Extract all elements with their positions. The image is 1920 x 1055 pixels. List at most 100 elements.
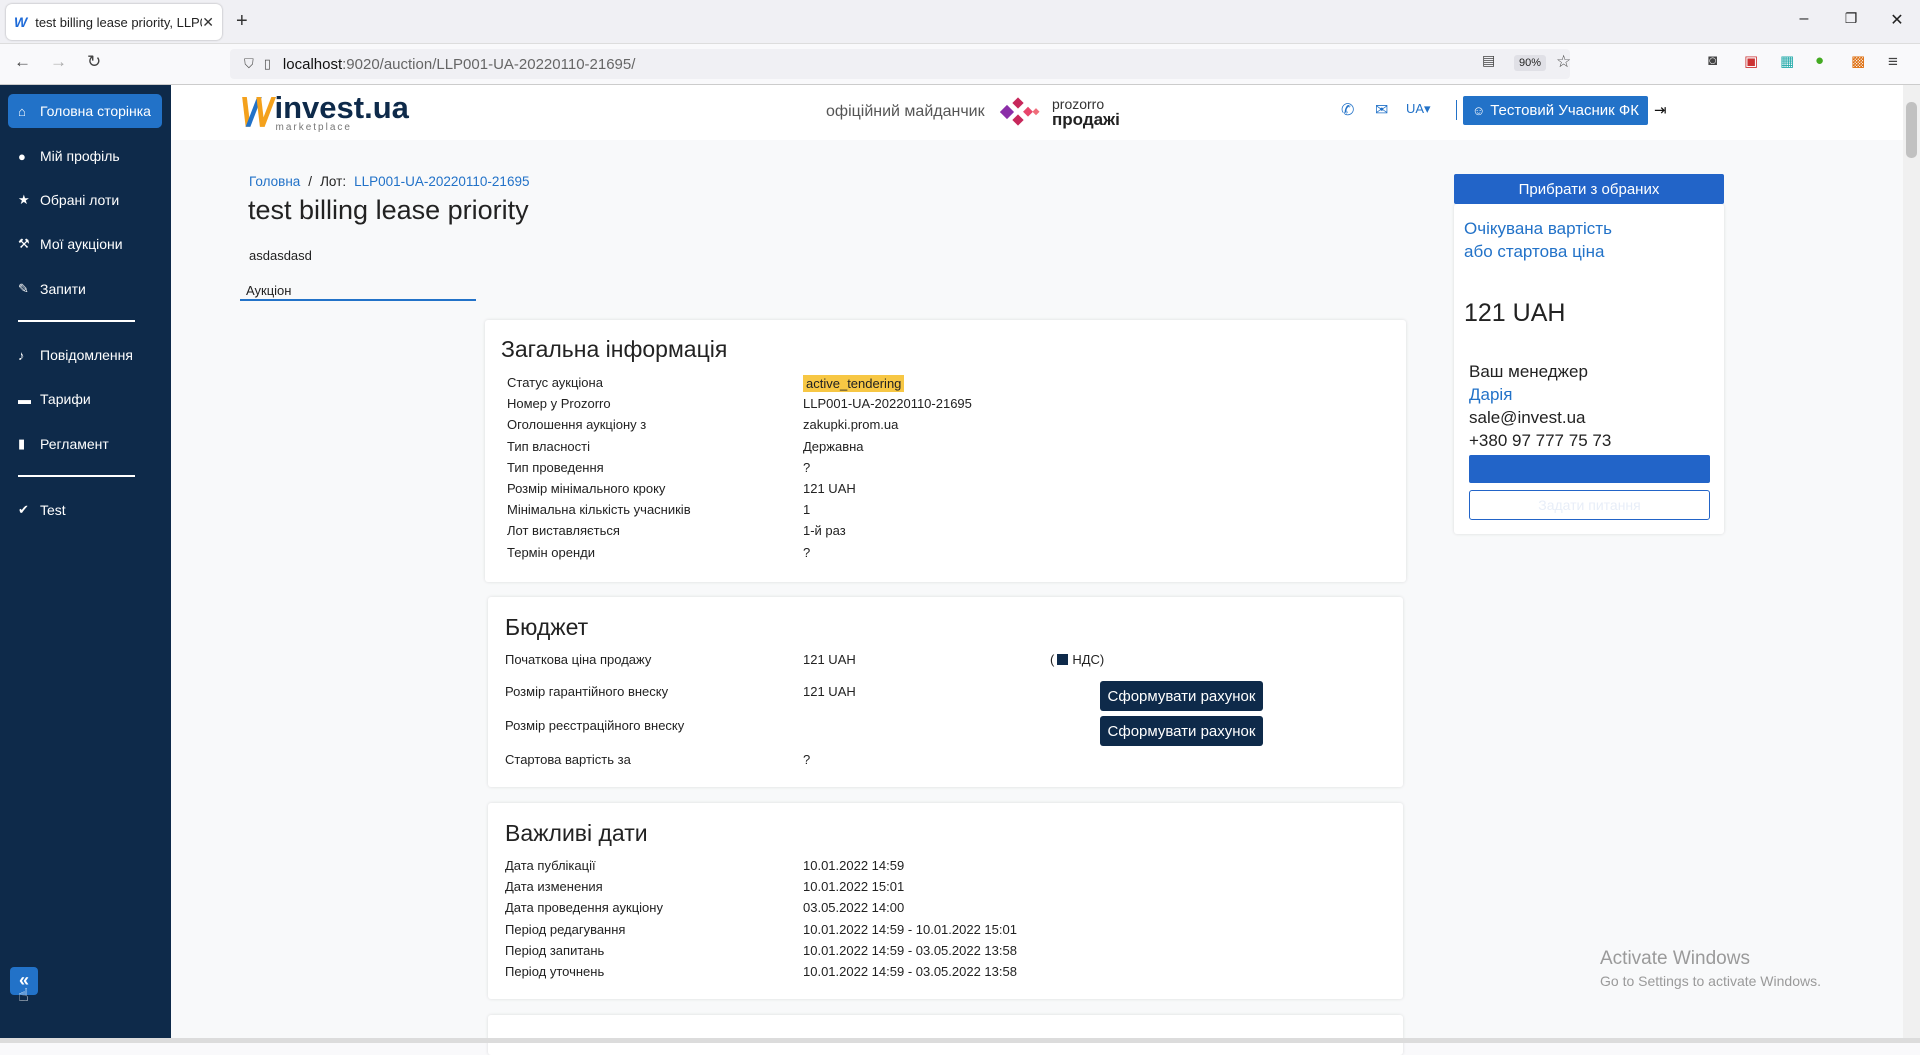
url-bar[interactable]: ⛉ ▯ localhost:9020/auction/LLP001-UA-202… xyxy=(230,49,1570,79)
info-row-value: LLP001-UA-20220110-21695 xyxy=(803,396,972,412)
language-select[interactable]: UA▾ xyxy=(1406,101,1431,117)
close-window-icon[interactable]: ✕ xyxy=(1882,10,1912,30)
sidebar-item-label: Мій профіль xyxy=(40,148,120,164)
info-row-value: 10.01.2022 14:59 - 10.01.2022 15:01 xyxy=(803,921,1017,937)
vat-open: ( xyxy=(1050,652,1055,667)
logo-mark-icon: \/\/ xyxy=(240,91,273,135)
ask-question-button[interactable]: Задати питання xyxy=(1469,490,1710,520)
info-row-value: 10.01.2022 15:01 xyxy=(803,879,905,895)
breadcrumb-home-link[interactable]: Головна xyxy=(249,174,300,189)
sidebar-item-home[interactable]: ⌂ Головна сторінка xyxy=(8,94,162,128)
site-logo[interactable]: \/\/ invest.ua marketplace xyxy=(240,92,409,133)
vat-label: НДС) xyxy=(1072,652,1105,667)
info-row-label: Дата изменения xyxy=(505,879,603,895)
sidebar-item-profile[interactable]: ● Мій профіль xyxy=(8,139,162,173)
sidebar-item-regulations[interactable]: ▮ Регламент xyxy=(8,427,162,461)
mail-icon[interactable]: ✉ xyxy=(1375,100,1388,120)
official-platform-text: офіційний майданчик xyxy=(826,103,985,120)
sidebar-item-favorites[interactable]: ★ Обрані лоти xyxy=(8,183,162,217)
page-scrollbar[interactable] xyxy=(1903,85,1920,1043)
generate-invoice-button[interactable]: Сформувати рахунок xyxy=(1100,681,1263,711)
sidebar-item-label: Обрані лоти xyxy=(40,192,120,208)
tab-close-icon[interactable]: ✕ xyxy=(202,14,214,31)
orange-extension-icon[interactable]: ▩ xyxy=(1851,52,1865,70)
save-extension-icon[interactable]: ▦ xyxy=(1780,52,1794,70)
sidebar-divider xyxy=(18,320,135,322)
info-row-label: Термін оренди xyxy=(507,544,596,560)
restore-icon[interactable]: ❐ xyxy=(1836,10,1866,27)
reader-view-icon[interactable]: ▤ xyxy=(1482,52,1495,69)
page-icon: ▯ xyxy=(263,56,271,71)
info-row-label: Дата проведення аукціону xyxy=(505,900,663,916)
lot-description: asdasdasd xyxy=(249,248,312,263)
sidebar-item-auctions[interactable]: ⚒ Мої аукціони xyxy=(8,227,162,261)
sidebar-item-requests[interactable]: ✎ Запити xyxy=(8,272,162,306)
breadcrumb-separator: / xyxy=(308,174,313,189)
star-icon: ★ xyxy=(18,192,30,207)
back-icon[interactable]: ← xyxy=(14,52,31,72)
generate-invoice-button[interactable]: Сформувати рахунок xyxy=(1100,716,1263,746)
user-icon: ● xyxy=(18,148,26,164)
info-row-value: 03.05.2022 14:00 xyxy=(803,900,905,916)
extension-icon[interactable]: ▣ xyxy=(1744,52,1758,70)
expected-price-line1: Очікувана вартість xyxy=(1464,219,1612,238)
sidebar-item-messages[interactable]: ♪ Повідомлення xyxy=(8,338,162,372)
user-button-label: Тестовий Учасник ФК xyxy=(1490,102,1640,119)
windows-watermark-subtitle: Go to Settings to activate Windows. xyxy=(1600,973,1821,989)
info-row-label: Лот виставляється xyxy=(507,523,620,539)
budget-label: Розмір гарантійного внеску xyxy=(505,684,669,699)
zoom-level[interactable]: 90% xyxy=(1514,55,1547,71)
tab-title: test billing lease priority, LLP001 xyxy=(35,14,202,30)
tab-auction[interactable]: Аукціон xyxy=(240,283,476,301)
info-row-value: 1-й раз xyxy=(803,523,846,539)
phone-icon[interactable]: ✆ xyxy=(1341,100,1354,120)
info-row-value: Державна xyxy=(803,438,864,454)
info-row-label: Номер у Prozorro xyxy=(507,396,611,412)
sidebar-item-label: Повідомлення xyxy=(40,347,133,363)
user-account-button[interactable]: ☺ Тестовий Учасник ФК xyxy=(1463,96,1648,125)
green-extension-icon[interactable]: ● xyxy=(1815,52,1824,69)
info-row-value: zakupki.prom.ua xyxy=(803,417,899,433)
info-row-value: 1 xyxy=(803,502,811,518)
manager-name-link[interactable]: Дарія xyxy=(1469,385,1512,405)
scrollbar-thumb[interactable] xyxy=(1906,102,1917,158)
dates-heading: Важливі дати xyxy=(505,820,648,846)
info-row-label: Період редагування xyxy=(505,921,626,937)
breadcrumb-lot-label: Лот: xyxy=(320,174,347,189)
sidebar-item-tariffs[interactable]: ▬ Тарифи xyxy=(8,382,162,416)
info-row-label: Розмір мінімального кроку xyxy=(507,481,666,496)
browser-tab[interactable]: W test billing lease priority, LLP001 ✕ xyxy=(6,4,222,40)
minimize-icon[interactable]: – xyxy=(1789,10,1819,28)
general-info-heading: Загальна інформація xyxy=(501,336,728,362)
reload-icon[interactable]: ↻ xyxy=(87,52,101,72)
windows-watermark-title: Activate Windows xyxy=(1600,948,1750,969)
menu-icon[interactable]: ≡ xyxy=(1888,52,1898,72)
new-tab-icon[interactable]: + xyxy=(236,10,248,33)
pocket-icon[interactable]: ◙ xyxy=(1708,52,1717,69)
remove-from-favorites-button[interactable]: Прибрати з обраних xyxy=(1454,174,1724,204)
sidebar-item-label: Запити xyxy=(40,281,86,297)
info-row-value: 121 UAH xyxy=(803,481,856,496)
info-row-value: ? xyxy=(803,544,811,560)
forward-icon[interactable]: → xyxy=(50,52,67,72)
budget-label: Стартова вартість за xyxy=(505,752,631,767)
prozorro-dots-icon xyxy=(999,96,1044,128)
vat-checkbox-group: ( НДС) xyxy=(1050,652,1104,667)
url-host: localhost xyxy=(282,55,343,73)
sidebar-item-test[interactable]: ✔ Test xyxy=(8,493,162,527)
breadcrumb-lot-link[interactable]: LLP001-UA-20220110-21695 xyxy=(354,174,529,189)
status-badge: active_tendering xyxy=(803,375,905,392)
bookmark-star-icon[interactable]: ☆ xyxy=(1556,52,1571,72)
expected-price-value: 121 UAH xyxy=(1464,299,1566,327)
sidebar-item-label: Головна сторінка xyxy=(40,103,151,119)
browser-tab-bar xyxy=(0,0,1920,44)
money-icon: ▬ xyxy=(18,391,31,407)
budget-heading: Бюджет xyxy=(505,614,589,640)
manager-action-button[interactable] xyxy=(1469,455,1710,483)
logout-icon[interactable]: ⇥ xyxy=(1654,101,1667,119)
home-icon: ⌂ xyxy=(18,103,26,119)
vat-checkbox[interactable] xyxy=(1057,654,1069,665)
next-card xyxy=(488,1015,1403,1055)
info-row-label: Оголошення аукціону з xyxy=(507,417,647,433)
bell-icon: ♪ xyxy=(18,347,25,363)
